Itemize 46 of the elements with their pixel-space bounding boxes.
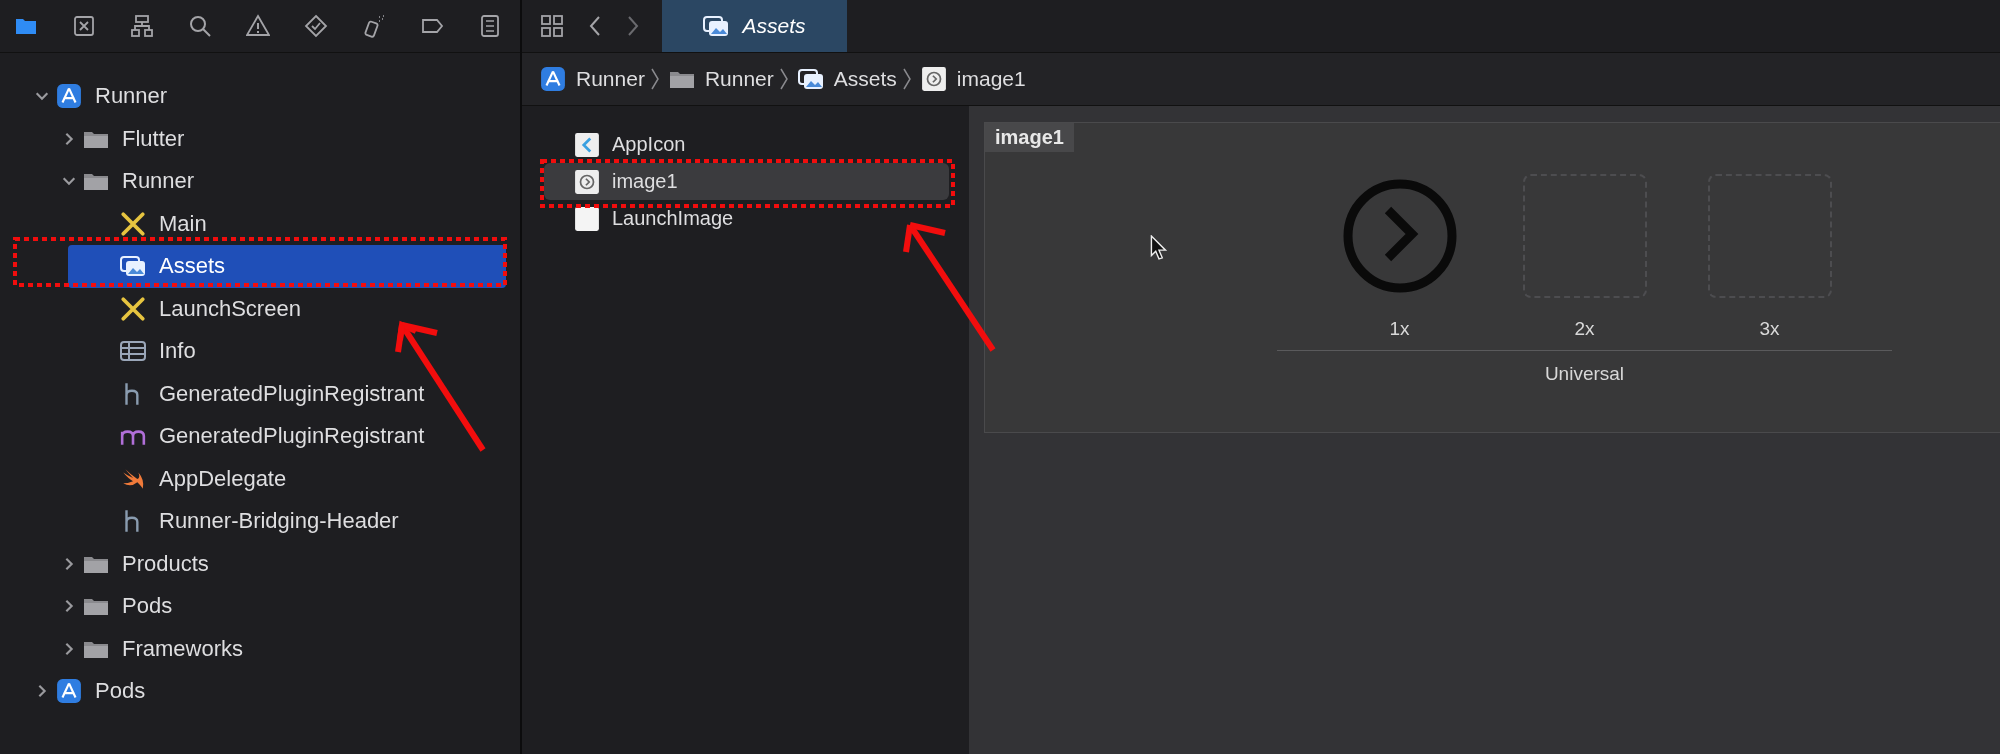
breadcrumb-separator-icon (902, 66, 911, 92)
file-tree-item[interactable]: Runner (14, 75, 506, 118)
file-tree-item[interactable]: Runner-Bridging-Header (68, 500, 506, 543)
file-tree-item[interactable]: Main (68, 202, 506, 245)
device-group-label: Universal (1543, 363, 1626, 385)
asset-list-item[interactable]: LaunchImage (544, 200, 949, 237)
file-tree-item[interactable]: AppDelegate (68, 457, 506, 500)
project-icon (56, 83, 82, 110)
asset-list-item[interactable]: image1 (544, 163, 949, 200)
mouse-cursor-icon (1150, 235, 1168, 261)
file-tree-item[interactable]: GeneratedPluginRegistrant (68, 372, 506, 415)
assets-icon (703, 13, 730, 39)
project-icon (56, 678, 82, 705)
grid-icon[interactable] (540, 14, 564, 38)
breadcrumb-separator-icon (779, 66, 788, 92)
file-tree-item[interactable]: Flutter (41, 117, 506, 160)
app-icon (574, 131, 600, 158)
scale-label: 1x (1389, 318, 1410, 340)
breadcrumb-item[interactable]: image1 (920, 66, 1026, 92)
file-tree-item[interactable]: Pods (41, 585, 506, 628)
file-tree-item[interactable]: Assets (68, 245, 506, 288)
file-tree-item[interactable]: Info (68, 330, 506, 373)
breadcrumb-separator-icon (650, 66, 659, 92)
back-icon[interactable] (588, 14, 602, 38)
file-tree-item[interactable]: Pods (14, 670, 506, 713)
editor-tab[interactable]: Assets (662, 0, 847, 52)
assets-icon (797, 66, 824, 92)
file-tree-item[interactable]: LaunchScreen (68, 287, 506, 330)
asset-list-item[interactable]: AppIcon (544, 126, 949, 163)
imageset-icon (574, 168, 600, 195)
image-set-name: image1 (985, 123, 1074, 152)
scale-label: 2x (1574, 318, 1595, 340)
breadcrumb-item[interactable]: Runner (540, 66, 645, 92)
forward-icon[interactable] (626, 14, 640, 38)
file-tree-item[interactable]: Runner (41, 160, 506, 203)
breadcrumb-item[interactable]: Assets (797, 66, 897, 92)
file-tree-item[interactable]: Products (41, 542, 506, 585)
file-tree-item[interactable]: Frameworks (41, 627, 506, 670)
storyboard-icon (120, 295, 146, 322)
imageset-icon (920, 66, 947, 92)
storyboard-icon (120, 210, 146, 237)
project-icon (540, 66, 566, 92)
breadcrumb-item[interactable]: Runner (668, 66, 774, 92)
blank-image-icon (574, 205, 600, 232)
file-tree-item[interactable]: GeneratedPluginRegistrant (68, 415, 506, 458)
scale-label: 3x (1759, 318, 1780, 340)
